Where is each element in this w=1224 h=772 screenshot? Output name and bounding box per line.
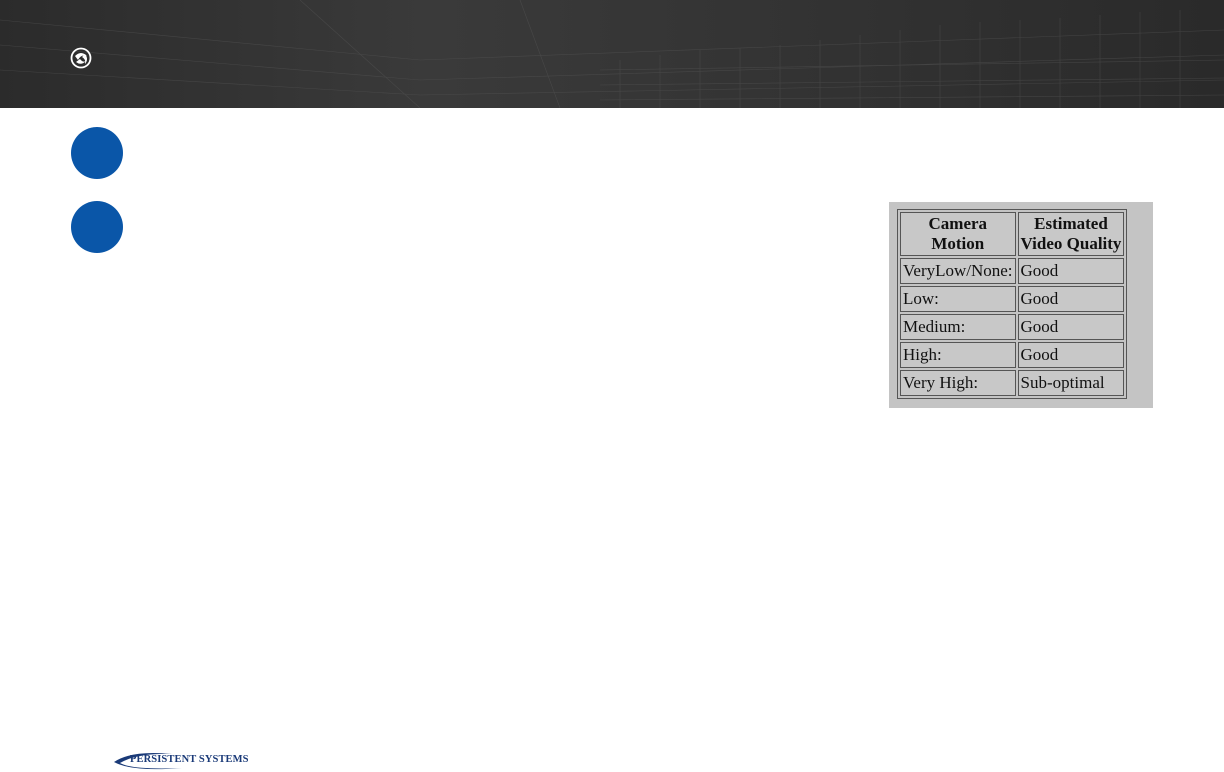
motion-cell: Low:: [900, 286, 1016, 312]
motion-cell: VeryLow/None:: [900, 258, 1016, 284]
quality-cell: Good: [1017, 342, 1125, 368]
footer-brand-logo-text: PERSISTENT SYSTEMS: [130, 754, 249, 765]
header-camera-motion: Camera Motion: [900, 212, 1016, 256]
header-estimated-video-quality: Estimated Video Quality: [1017, 212, 1125, 256]
header-text: Motion: [931, 234, 985, 253]
table-row: Very High: Sub-optimal: [900, 370, 1125, 396]
table-row: VeryLow/None: Good: [900, 258, 1125, 284]
slide-header-banner: [0, 0, 1224, 108]
quality-cell: Sub-optimal: [1017, 370, 1125, 396]
table-row: Medium: Good: [900, 314, 1125, 340]
motion-cell: High:: [900, 342, 1016, 368]
header-text: Camera: [928, 214, 988, 233]
header-text: Video Quality: [1020, 234, 1122, 253]
motion-cell: Medium:: [900, 314, 1016, 340]
motion-cell: Very High:: [900, 370, 1016, 396]
quality-cell: Good: [1017, 314, 1125, 340]
table-header-row: Camera Motion Estimated Video Quality: [900, 212, 1125, 256]
blue-circle-bullet: [71, 127, 123, 179]
quality-cell: Good: [1017, 286, 1125, 312]
persistent-systems-emblem-icon: [70, 47, 92, 69]
blue-circle-bullet: [71, 201, 123, 253]
video-quality-table: Camera Motion Estimated Video Quality Ve…: [897, 209, 1128, 399]
quality-cell: Good: [1017, 258, 1125, 284]
header-background-texture: [0, 0, 1224, 108]
table-row: High: Good: [900, 342, 1125, 368]
video-quality-table-panel: Camera Motion Estimated Video Quality Ve…: [889, 202, 1153, 408]
header-text: Estimated: [1034, 214, 1108, 233]
table-row: Low: Good: [900, 286, 1125, 312]
